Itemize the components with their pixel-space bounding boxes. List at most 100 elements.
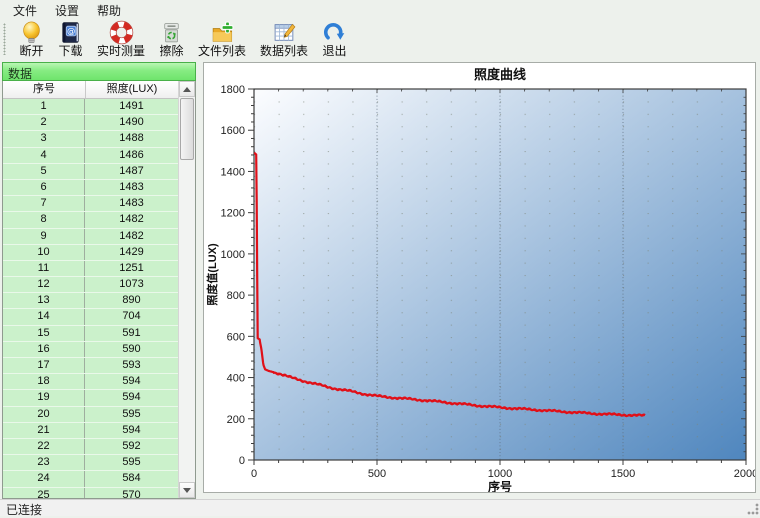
menu-bar: 文件 设置 帮助	[0, 0, 760, 20]
data-panel-title: 数据	[2, 62, 196, 81]
address-book-icon: @	[58, 20, 83, 45]
svg-text:400: 400	[227, 373, 245, 385]
table-row[interactable]: 11 1251	[3, 260, 178, 278]
status-text: 已连接	[6, 503, 43, 517]
data-list-label: 数据列表	[260, 44, 309, 58]
resize-grip[interactable]	[747, 503, 759, 515]
svg-text:1400: 1400	[221, 166, 245, 178]
toolbar-grip	[3, 23, 6, 55]
cell-lux: 1483	[119, 180, 144, 193]
svg-text:0: 0	[239, 455, 245, 467]
cell-index: 14	[3, 309, 85, 325]
svg-text:1600: 1600	[221, 125, 245, 137]
table-row[interactable]: 14 704	[3, 309, 178, 326]
table-row[interactable]: 5 1487	[3, 163, 178, 180]
svg-text:1200: 1200	[221, 208, 245, 220]
table-scrollbar[interactable]	[178, 81, 195, 498]
table-row[interactable]: 9 1482	[3, 228, 178, 245]
exit-button[interactable]: 退出	[315, 20, 354, 58]
file-list-button[interactable]: 文件列表	[191, 20, 253, 58]
cell-index: 11	[3, 260, 85, 277]
folder-add-icon	[210, 20, 235, 45]
realtime-measure-button[interactable]: 实时测量	[90, 20, 152, 58]
shredder-icon	[159, 20, 184, 45]
table-row[interactable]: 4 1486	[3, 147, 178, 164]
svg-text:1000: 1000	[221, 249, 245, 261]
table-row[interactable]: 16 590	[3, 341, 178, 358]
scroll-down-button[interactable]	[179, 482, 195, 498]
table-row[interactable]: 2 1490	[3, 115, 178, 132]
table-row[interactable]: 8 1482	[3, 212, 178, 229]
table-row[interactable]: 3 1488	[3, 131, 178, 148]
cell-lux: 1073	[119, 278, 144, 291]
erase-label: 擦除	[159, 44, 184, 58]
table-row[interactable]: 20 595	[3, 406, 178, 423]
cell-index: 3	[3, 131, 85, 147]
download-button[interactable]: @ 下载	[51, 20, 90, 58]
table-row[interactable]: 21 594	[3, 422, 178, 439]
cell-index: 2	[3, 115, 85, 131]
table-row[interactable]: 25 570	[3, 487, 178, 498]
table-row[interactable]: 7 1483	[3, 196, 178, 213]
cell-lux: 1251	[119, 261, 144, 274]
disconnect-button[interactable]: 断开	[12, 20, 51, 58]
cell-index: 23	[3, 455, 85, 471]
scroll-thumb[interactable]	[180, 98, 194, 160]
realtime-measure-label: 实时测量	[97, 44, 146, 58]
cell-lux: 590	[122, 342, 141, 355]
cell-index: 17	[3, 358, 85, 374]
cell-index: 22	[3, 438, 85, 455]
table-row[interactable]: 17 593	[3, 358, 178, 375]
bulb-icon	[19, 20, 44, 45]
toolbar: 断开 @ 下载 实时测量 擦除 文件列表 数据列表 退出	[0, 20, 760, 60]
scroll-up-button[interactable]	[179, 81, 195, 97]
svg-text:照度曲线: 照度曲线	[474, 67, 526, 82]
cell-lux: 584	[122, 472, 141, 485]
cell-index: 24	[3, 471, 85, 487]
table-row[interactable]: 19 594	[3, 390, 178, 407]
exit-arrow-icon	[322, 20, 347, 45]
exit-label: 退出	[322, 44, 347, 58]
menu-help[interactable]: 帮助	[88, 0, 130, 21]
svg-text:500: 500	[368, 468, 386, 480]
data-list-button[interactable]: 数据列表	[253, 20, 315, 58]
table-row[interactable]: 6 1483	[3, 179, 178, 197]
cell-index: 4	[3, 147, 85, 163]
table-row[interactable]: 13 890	[3, 293, 178, 310]
svg-text:1500: 1500	[611, 468, 635, 480]
cell-lux: 1482	[119, 213, 144, 226]
cell-lux: 1487	[119, 164, 144, 177]
cell-index: 9	[3, 228, 85, 244]
table-row[interactable]: 22 592	[3, 438, 178, 456]
cell-index: 16	[3, 341, 85, 357]
triangle-up-icon	[183, 86, 191, 92]
cell-lux: 594	[122, 375, 141, 388]
column-header-lux[interactable]: 照度(LUX)	[86, 81, 178, 98]
menu-file[interactable]: 文件	[4, 0, 46, 21]
svg-text:200: 200	[227, 414, 245, 426]
table-row[interactable]: 18 594	[3, 374, 178, 391]
status-bar: 已连接	[0, 499, 760, 517]
table-row[interactable]: 23 595	[3, 455, 178, 472]
cell-lux: 1490	[119, 116, 144, 129]
table-row[interactable]: 12 1073	[3, 277, 178, 294]
cell-index: 8	[3, 212, 85, 228]
menu-settings[interactable]: 设置	[46, 0, 88, 21]
cell-index: 5	[3, 163, 85, 179]
cell-lux: 594	[122, 423, 141, 436]
cell-index: 10	[3, 244, 85, 260]
svg-text:1800: 1800	[221, 84, 245, 96]
file-list-label: 文件列表	[198, 44, 247, 58]
cell-lux: 1488	[119, 132, 144, 145]
table-row[interactable]: 1 1491	[3, 99, 178, 116]
table-row[interactable]: 24 584	[3, 471, 178, 488]
svg-text:序号: 序号	[488, 479, 512, 492]
table-row[interactable]: 15 591	[3, 325, 178, 342]
erase-button[interactable]: 擦除	[152, 20, 191, 58]
svg-text:600: 600	[227, 331, 245, 343]
cell-lux: 704	[122, 310, 141, 323]
column-header-index[interactable]: 序号	[3, 81, 86, 98]
svg-text:2000: 2000	[734, 468, 755, 480]
cell-lux: 1486	[119, 148, 144, 161]
table-row[interactable]: 10 1429	[3, 244, 178, 261]
